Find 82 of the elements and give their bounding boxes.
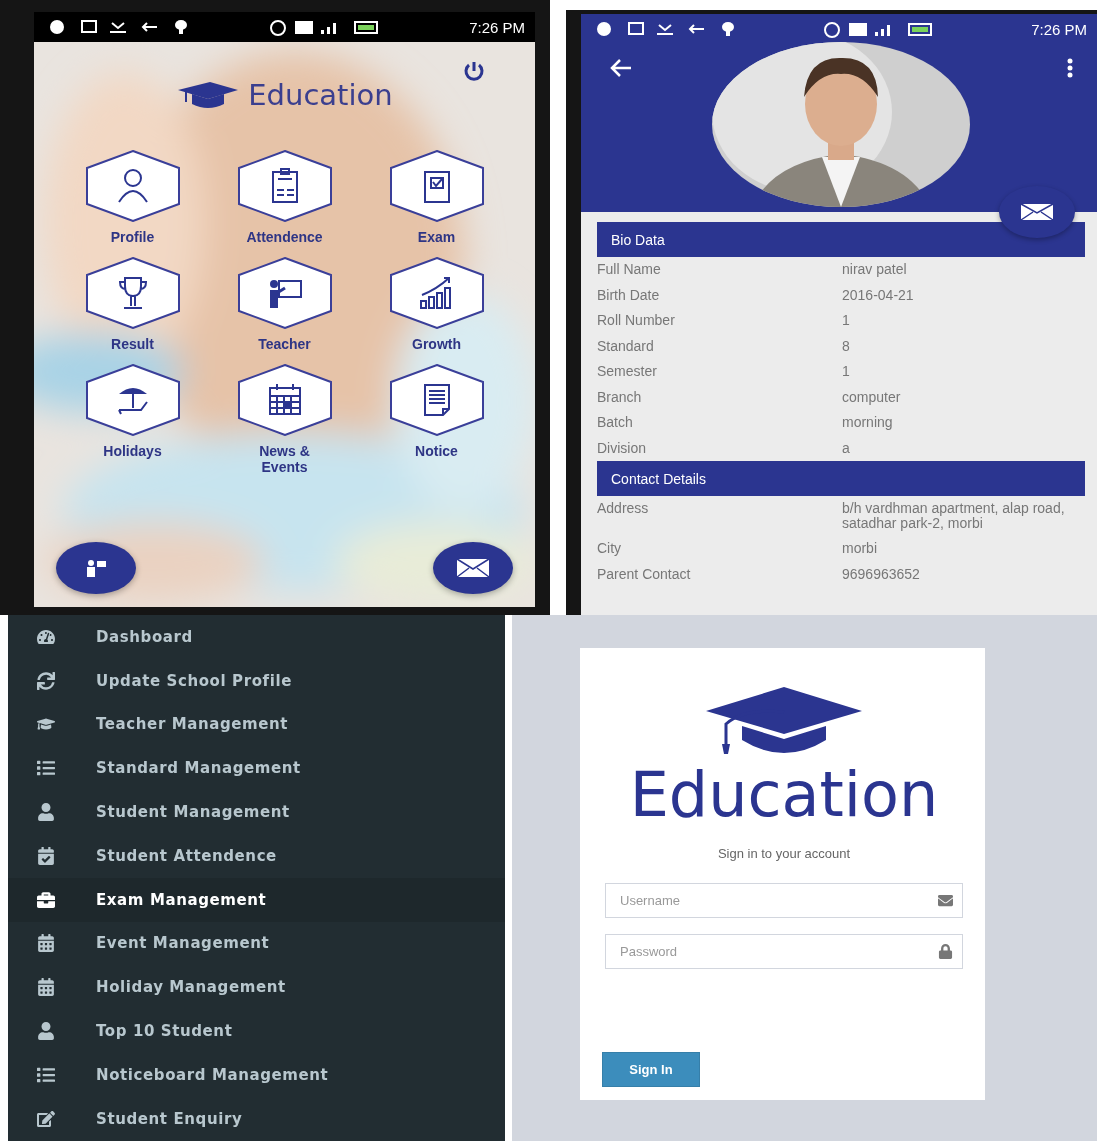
menu-tile[interactable]: Holidays [56, 364, 209, 475]
back-arrow-icon[interactable] [609, 58, 633, 78]
logo-text: Education [629, 762, 939, 828]
field-value: 8 [842, 338, 851, 354]
sidebar-item[interactable]: Student Attendence [8, 834, 505, 878]
mail-button[interactable] [999, 186, 1075, 238]
field-label: Roll Number [597, 313, 676, 328]
more-options-icon[interactable] [1067, 58, 1073, 78]
password-field[interactable]: Password [605, 934, 963, 969]
sidebar-item[interactable]: Event Management [8, 921, 505, 966]
field-label: Birth Date [597, 287, 661, 303]
list-icon [37, 759, 55, 778]
list-icon [37, 1065, 55, 1084]
refresh-icon [37, 671, 55, 690]
menu-tile[interactable]: Exam [360, 150, 513, 245]
calendar-check-icon [37, 846, 55, 865]
gauge-icon [37, 627, 55, 646]
sidebar-item[interactable]: Teacher Management [8, 702, 505, 747]
field-label: Parent Contact [597, 566, 692, 582]
teacher-icon [85, 559, 107, 577]
briefcase-icon [37, 890, 55, 909]
sign-in-button[interactable]: Sign In [602, 1052, 700, 1087]
edit-icon [37, 1109, 55, 1128]
field-value: b/h vardhman apartment, alap road, satadhar park-2, morbi [842, 501, 1066, 531]
envelope-icon [1020, 203, 1054, 221]
document-icon [388, 364, 485, 436]
username-field[interactable]: Username [605, 883, 963, 918]
section-header: Contact Details [597, 461, 1085, 496]
sidebar-item[interactable]: Standard Management [8, 746, 505, 791]
calendar-icon [37, 978, 55, 997]
field-value: 1 [842, 364, 851, 379]
status-time: 7:26 PM [1031, 20, 1087, 38]
field-value: 2016-04-21 [842, 287, 915, 303]
menu-tile[interactable]: Profile [56, 150, 209, 245]
checklist-icon [388, 150, 485, 222]
calendar-icon [236, 364, 333, 436]
clipboard-icon [236, 150, 333, 222]
field-value: morbi [842, 541, 878, 556]
sidebar-item[interactable]: Student Enquiry [8, 1096, 505, 1141]
field-label: Branch [597, 389, 643, 405]
sign-in-subtitle: Sign in to your account [717, 846, 851, 861]
umbrella-icon [84, 364, 181, 436]
section-header: Bio Data [597, 222, 1085, 257]
sidebar-item[interactable]: Holiday Management [8, 965, 505, 1010]
app-title: Education [248, 78, 393, 112]
calendar-icon [37, 934, 55, 953]
lock-icon [938, 944, 953, 959]
field-value: nirav patel [842, 262, 908, 277]
field-value: computer [842, 389, 902, 405]
menu-tile[interactable]: Notice [360, 364, 513, 475]
field-value: 9696963652 [842, 566, 921, 582]
sidebar-item[interactable]: Update School Profile [8, 658, 505, 703]
field-value: a [842, 440, 851, 456]
teacher-icon [236, 257, 333, 329]
sidebar-item[interactable]: Top 10 Student [8, 1009, 505, 1053]
field-label: Address [597, 501, 650, 516]
sidebar-item[interactable]: Exam Management [8, 877, 505, 922]
status-time: 7:26 PM [469, 18, 525, 36]
menu-tile[interactable]: Growth [360, 257, 513, 352]
field-label: Standard [597, 338, 655, 354]
user-icon [37, 803, 55, 822]
field-label: Semester [597, 364, 658, 379]
field-value: 1 [842, 313, 851, 328]
bar-chart-icon [388, 257, 485, 329]
sidebar-item[interactable]: Student Management [8, 790, 505, 834]
user-icon [37, 1022, 55, 1041]
sidebar-item[interactable]: Noticeboard Management [8, 1052, 505, 1097]
field-label: Batch [597, 415, 634, 430]
field-label: Full Name [597, 262, 662, 277]
sidebar-item[interactable]: Dashboard [8, 615, 505, 659]
power-icon[interactable] [463, 60, 485, 82]
field-value: morning [842, 415, 894, 430]
menu-tile[interactable]: Teacher [208, 257, 361, 352]
field-label: Division [597, 440, 647, 456]
person-icon [84, 150, 181, 222]
envelope-icon [456, 558, 490, 578]
trophy-icon [84, 257, 181, 329]
field-label: City [597, 541, 623, 556]
menu-tile[interactable]: Result [56, 257, 209, 352]
envelope-icon [938, 893, 953, 908]
menu-tile[interactable]: Attendence [208, 150, 361, 245]
menu-tile[interactable]: News & Events [208, 364, 361, 475]
